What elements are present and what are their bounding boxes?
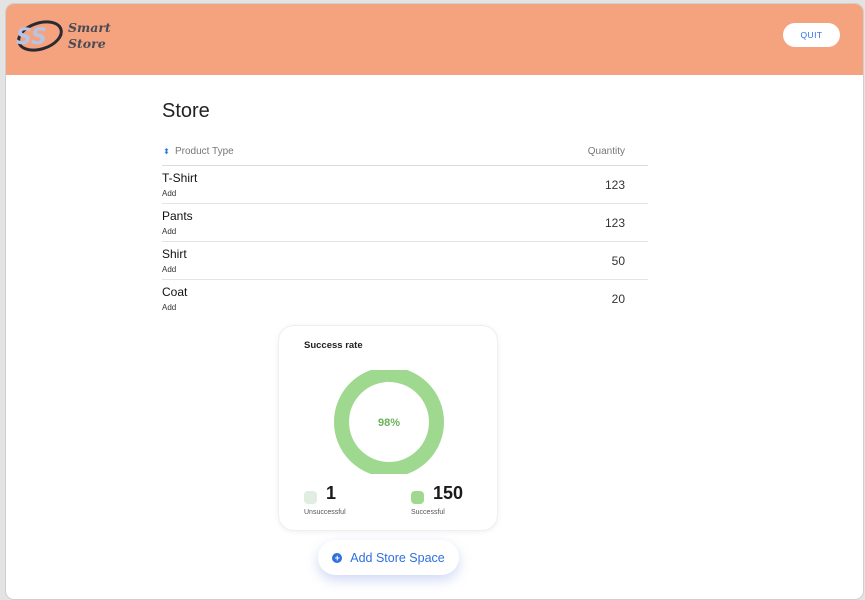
successful-label: Successful xyxy=(411,509,445,516)
svg-text:SS: SS xyxy=(16,25,47,50)
add-link[interactable]: Add xyxy=(162,227,176,236)
success-rate-card: Success rate 98% 1 Unsuccessful 150 Succ… xyxy=(278,325,498,531)
smart-store-logo-icon: SS xyxy=(16,20,63,52)
column-header-product-type[interactable]: ⬍ Product Type xyxy=(162,146,234,157)
successful-count: 150 xyxy=(433,483,464,503)
table-row: T-Shirt Add 123 xyxy=(162,166,648,204)
add-link[interactable]: Add xyxy=(162,189,176,198)
product-quantity: 123 xyxy=(604,216,625,230)
table-row: Pants Add 123 xyxy=(162,204,648,242)
column-header-product-type-label: Product Type xyxy=(175,146,234,157)
plus-circle-icon: + xyxy=(332,552,343,563)
success-rate-percent: 98% xyxy=(378,417,400,429)
product-name: Coat xyxy=(162,285,188,299)
unsuccessful-legend-swatch xyxy=(304,491,317,504)
app-header: SS Smart Store QUIT xyxy=(6,4,863,75)
successful-legend-swatch xyxy=(411,491,424,504)
success-rate-title: Success rate xyxy=(304,340,363,351)
add-link[interactable]: Add xyxy=(162,303,176,312)
table-row: Shirt Add 50 xyxy=(162,242,648,280)
product-quantity: 50 xyxy=(611,254,625,268)
product-quantity: 123 xyxy=(604,178,625,192)
quit-button[interactable]: QUIT xyxy=(783,23,840,47)
unsuccessful-count: 1 xyxy=(326,483,337,503)
product-name: Shirt xyxy=(162,247,187,261)
product-table: ⬍ Product Type Quantity T-Shirt Add 123 … xyxy=(162,143,648,317)
product-quantity: 20 xyxy=(611,292,625,306)
table-header: ⬍ Product Type Quantity xyxy=(162,143,648,166)
logo-text-line1: Smart xyxy=(68,20,111,35)
logo-text: Smart Store xyxy=(68,20,111,52)
product-name: T-Shirt xyxy=(162,171,198,185)
app-window: SS Smart Store QUIT Store ⬍ Product Type… xyxy=(6,4,863,599)
sort-icon[interactable]: ⬍ xyxy=(162,147,171,156)
unsuccessful-label: Unsuccessful xyxy=(304,509,346,516)
column-header-quantity: Quantity xyxy=(587,146,625,157)
table-row: Coat Add 20 xyxy=(162,280,648,317)
logo-text-line2: Store xyxy=(68,36,106,51)
page-title: Store xyxy=(162,100,210,122)
add-store-space-label: Add Store Space xyxy=(350,550,445,565)
add-link[interactable]: Add xyxy=(162,265,176,274)
success-rate-donut: 98% xyxy=(334,370,444,474)
add-store-space-button[interactable]: + Add Store Space xyxy=(318,540,459,575)
product-name: Pants xyxy=(162,209,193,223)
